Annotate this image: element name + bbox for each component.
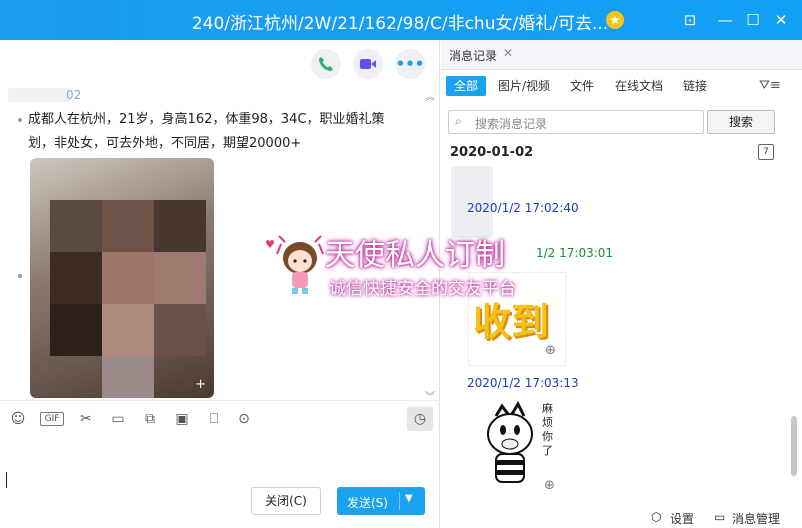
filter-links[interactable]: 链接 (683, 76, 707, 96)
heart-icon: ♥ (265, 238, 275, 251)
text-caret (6, 472, 7, 488)
search-placeholder: 搜索消息记录 (475, 117, 548, 131)
close-window-button[interactable]: ✕ (771, 10, 791, 30)
pin-icon[interactable]: ⊡ (680, 10, 700, 30)
zoom-icon[interactable]: ⊕ (544, 478, 555, 493)
watermark-subtitle: 诚信快捷安全的交友平台 (329, 279, 516, 299)
filter-files[interactable]: 文件 (570, 76, 594, 96)
history-timestamp: 1/2 17:03:01 (536, 246, 614, 260)
window-title: 240/浙江杭州/2W/21/162/98/C/非chu女/婚礼/可去... (191, 14, 609, 34)
star-icon[interactable]: ★ (606, 11, 624, 29)
history-footer: ⬡ 设置 ▭ 消息管理 (441, 506, 802, 528)
phone-icon (319, 57, 333, 71)
send-divider (399, 492, 400, 510)
filter-icon[interactable]: ⛛≡ (759, 78, 781, 93)
more-button[interactable]: ••• (395, 49, 425, 79)
message-photo[interactable]: + (30, 158, 214, 398)
send-label: 发送(S) (347, 496, 388, 510)
history-timestamp: 2020/1/2 17:02:40 (467, 201, 579, 215)
watermark-title: 天使私人订制 (325, 238, 505, 273)
pixel-block (154, 252, 206, 304)
close-tab-icon[interactable]: ✕ (503, 46, 513, 60)
search-icon: ⌕ (455, 114, 462, 128)
cartoon-girl-icon (276, 235, 324, 294)
document-icon[interactable]: ⧉ (140, 409, 160, 429)
history-tab-header: 消息记录 ✕ (441, 40, 802, 70)
settings-link[interactable]: 设置 (670, 510, 694, 527)
gif-icon[interactable]: GIF (40, 412, 64, 426)
pixel-block (102, 304, 154, 356)
history-scrollbar[interactable] (791, 416, 797, 476)
zoom-icon[interactable]: ⊕ (545, 343, 556, 358)
maximize-button[interactable]: ☐ (743, 10, 763, 30)
composer-toolbar: ☺ GIF ✂ ▭ ⧉ ▣ ⎕ ⊙ ◷ (0, 400, 440, 436)
message-manage-link[interactable]: 消息管理 (732, 510, 780, 527)
close-button[interactable]: 关闭(C) (251, 487, 321, 515)
vibrate-icon[interactable]: ⎕ (204, 409, 224, 429)
calendar-icon[interactable]: 7 (758, 144, 774, 160)
message-bullet (18, 274, 22, 278)
scissors-icon[interactable]: ✂ (76, 409, 96, 429)
history-clock-icon[interactable]: ◷ (407, 407, 433, 431)
more-tools-icon[interactable]: ⊙ (234, 409, 254, 429)
more-icon: ••• (395, 55, 425, 73)
watermark-overlay: ♥ 天使私人订制 诚信快捷安全的交友平台 (265, 224, 540, 304)
sticker-text: 麻烦你了 (542, 402, 553, 457)
pixel-block (102, 200, 154, 252)
video-icon (360, 59, 376, 69)
filter-docs[interactable]: 在线文档 (615, 76, 663, 96)
emoji-icon[interactable]: ☺ (8, 409, 28, 429)
scroll-up-arrow[interactable]: ︽ (425, 88, 435, 103)
settings-icon[interactable]: ⬡ (651, 510, 661, 524)
zebra-icon (487, 400, 533, 483)
message-text: 成都人在杭州，21岁，身高162，体重98，34C，职业婚礼策划，非处女，可去外… (28, 112, 385, 151)
voice-call-button[interactable] (311, 49, 341, 79)
photo-zoom-icon[interactable]: + (195, 377, 206, 392)
pixel-block (50, 252, 102, 304)
pixel-block (154, 200, 206, 252)
send-button[interactable]: 发送(S) ▼ (337, 487, 425, 515)
history-timestamp: 2020/1/2 17:03:13 (467, 376, 579, 390)
search-button[interactable]: 搜索 (707, 110, 775, 134)
minimize-button[interactable]: — (715, 10, 735, 30)
sticker-zebra[interactable]: 麻烦你了 ⊕ (468, 396, 566, 500)
video-call-button[interactable] (353, 49, 383, 79)
image-icon[interactable]: ▣ (172, 409, 192, 429)
pixel-block (102, 252, 154, 304)
tab-message-history[interactable]: 消息记录 (449, 47, 497, 64)
filter-media[interactable]: 图片/视频 (498, 76, 550, 96)
sender-name-blurred (8, 88, 70, 102)
pixel-block (102, 356, 154, 398)
folder-icon[interactable]: ▭ (108, 409, 128, 429)
pixel-block (154, 304, 206, 356)
filter-all[interactable]: 全部 (446, 76, 487, 96)
history-search-input[interactable]: ⌕ 搜索消息记录 (448, 110, 704, 134)
chevron-down-icon[interactable]: ▼ (405, 493, 413, 504)
title-bar: 240/浙江杭州/2W/21/162/98/C/非chu女/婚礼/可去... ★… (0, 0, 802, 40)
message-bullet (18, 118, 22, 122)
pixel-block (50, 200, 102, 252)
history-date: 2020-01-02 (450, 145, 534, 160)
pixel-block (50, 304, 102, 356)
message-manage-icon[interactable]: ▭ (714, 510, 725, 524)
sender-name: 02 (66, 88, 82, 102)
